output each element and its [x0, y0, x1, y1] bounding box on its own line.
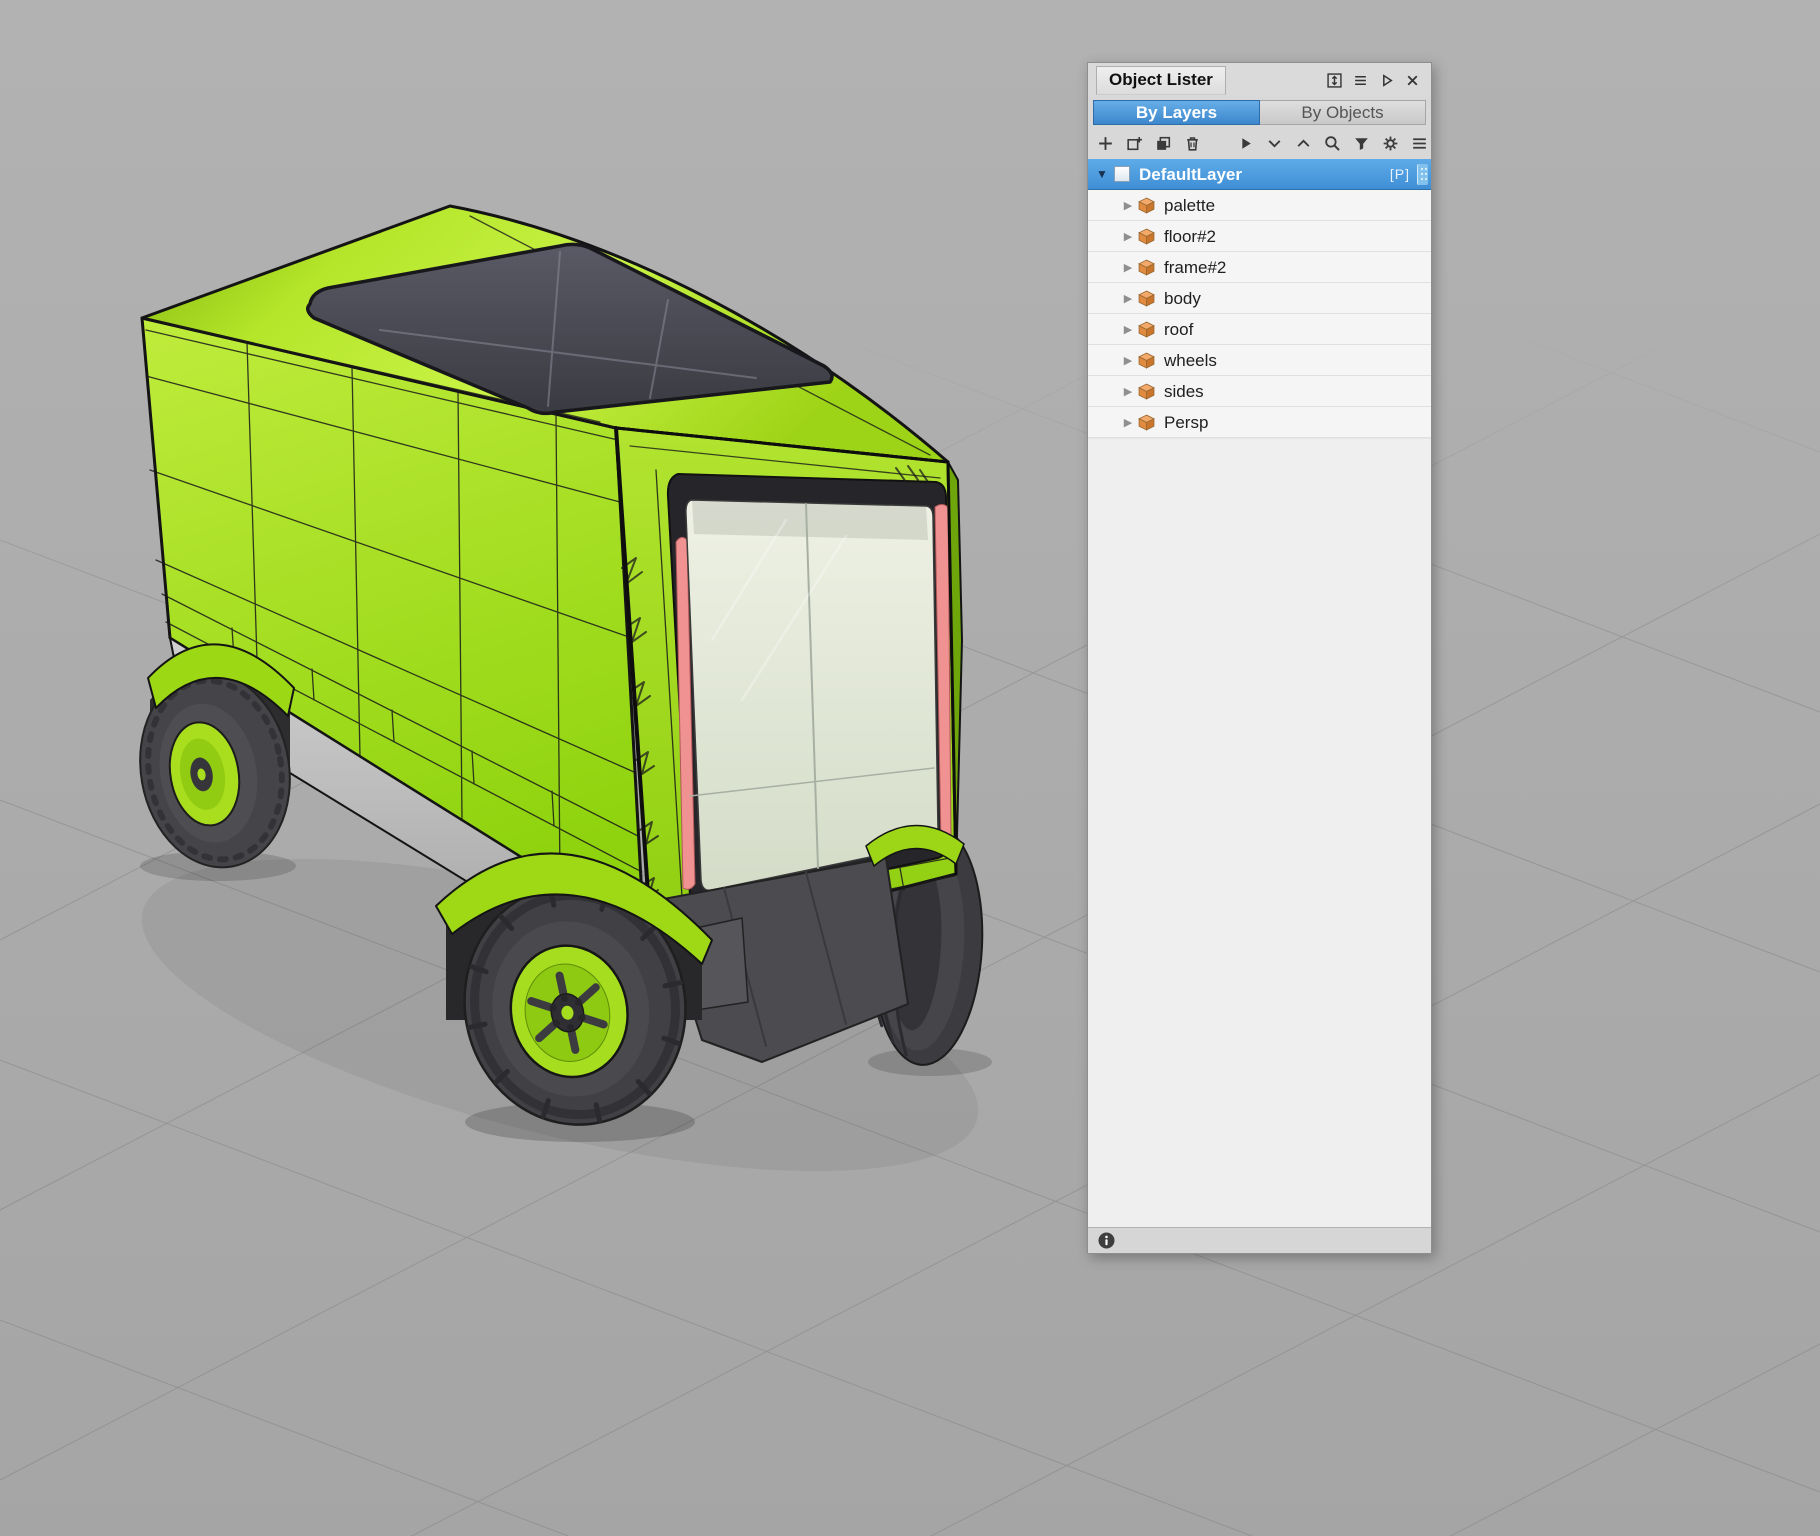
layer-name: wheels [1164, 350, 1217, 370]
delete-icon[interactable] [1183, 133, 1202, 153]
layer-row-persp[interactable]: ▶ Persp [1088, 407, 1431, 438]
panel-footer [1088, 1227, 1431, 1253]
list-empty-area[interactable] [1088, 438, 1431, 1227]
search-icon[interactable] [1323, 133, 1342, 153]
layer-cube-icon [1138, 228, 1155, 245]
info-icon[interactable] [1098, 1232, 1115, 1249]
panel-titlebar[interactable]: Object Lister [1088, 63, 1431, 97]
tab-by-objects[interactable]: By Objects [1260, 100, 1426, 125]
dock-resize-icon[interactable] [1326, 72, 1343, 89]
expand-arrow-icon[interactable]: ▶ [1120, 385, 1136, 398]
layer-name: sides [1164, 381, 1204, 401]
collapse-all-icon[interactable] [1265, 133, 1284, 153]
lister-toolbar [1088, 127, 1431, 159]
layer-row-sides[interactable]: ▶ sides [1088, 376, 1431, 407]
expand-arrow-icon[interactable]: ▶ [1120, 261, 1136, 274]
layer-row-floor2[interactable]: ▶ floor#2 [1088, 221, 1431, 252]
list-menu-icon[interactable] [1410, 133, 1429, 153]
layer-cube-icon [1138, 383, 1155, 400]
layer-row-defaultlayer[interactable]: ▼ DefaultLayer [P] [1088, 159, 1431, 190]
layer-row-roof[interactable]: ▶ roof [1088, 314, 1431, 345]
layer-name: roof [1164, 319, 1194, 339]
layer-visibility-checkbox[interactable] [1114, 166, 1130, 182]
expand-arrow-icon[interactable]: ▶ [1120, 292, 1136, 305]
expand-all-icon[interactable] [1294, 133, 1313, 153]
layer-row-palette[interactable]: ▶ palette [1088, 190, 1431, 221]
collapse-arrow-icon[interactable]: ▼ [1094, 167, 1110, 181]
tab-by-layers[interactable]: By Layers [1093, 100, 1260, 125]
layer-tree: ▼ DefaultLayer [P] ▶ palette ▶ floor#2 ▶ [1088, 159, 1431, 438]
viewport-3d[interactable] [0, 0, 1820, 1536]
panel-play-icon[interactable] [1378, 72, 1395, 89]
layer-name: Persp [1164, 412, 1209, 432]
application-window: Object Lister By Layers By Objects ▼ Def… [0, 0, 1820, 1536]
add-icon[interactable] [1096, 133, 1115, 153]
expand-arrow-icon[interactable]: ▶ [1120, 354, 1136, 367]
panel-menu-icon[interactable] [1352, 72, 1369, 89]
layer-cube-icon [1138, 197, 1155, 214]
new-layer-icon[interactable] [1125, 133, 1144, 153]
settings-gear-icon[interactable] [1381, 133, 1400, 153]
filter-icon[interactable] [1352, 133, 1371, 153]
selected-layer-name: DefaultLayer [1139, 164, 1242, 184]
pick-state-badge[interactable]: [P] [1390, 166, 1410, 182]
drag-grip-icon[interactable] [1417, 163, 1428, 185]
expand-arrow-icon[interactable]: ▶ [1120, 230, 1136, 243]
expand-arrow-icon[interactable]: ▶ [1120, 416, 1136, 429]
layer-name: body [1164, 288, 1201, 308]
layer-name: floor#2 [1164, 226, 1216, 246]
expand-arrow-icon[interactable]: ▶ [1120, 323, 1136, 336]
expand-arrow-icon[interactable]: ▶ [1120, 199, 1136, 212]
layer-cube-icon [1138, 259, 1155, 276]
object-lister-panel: Object Lister By Layers By Objects ▼ Def… [1087, 62, 1432, 1254]
layer-cube-icon [1138, 290, 1155, 307]
layer-row-wheels[interactable]: ▶ wheels [1088, 345, 1431, 376]
layer-cube-icon [1138, 321, 1155, 338]
layer-name: palette [1164, 195, 1216, 215]
layer-cube-icon [1138, 414, 1155, 431]
panel-title: Object Lister [1096, 65, 1226, 95]
close-icon[interactable] [1404, 72, 1421, 89]
duplicate-icon[interactable] [1154, 133, 1173, 153]
play-icon[interactable] [1236, 133, 1255, 153]
layer-cube-icon [1138, 352, 1155, 369]
layer-row-frame2[interactable]: ▶ frame#2 [1088, 252, 1431, 283]
layer-name: frame#2 [1164, 257, 1227, 277]
lister-tabs: By Layers By Objects [1088, 97, 1431, 127]
layer-row-body[interactable]: ▶ body [1088, 283, 1431, 314]
